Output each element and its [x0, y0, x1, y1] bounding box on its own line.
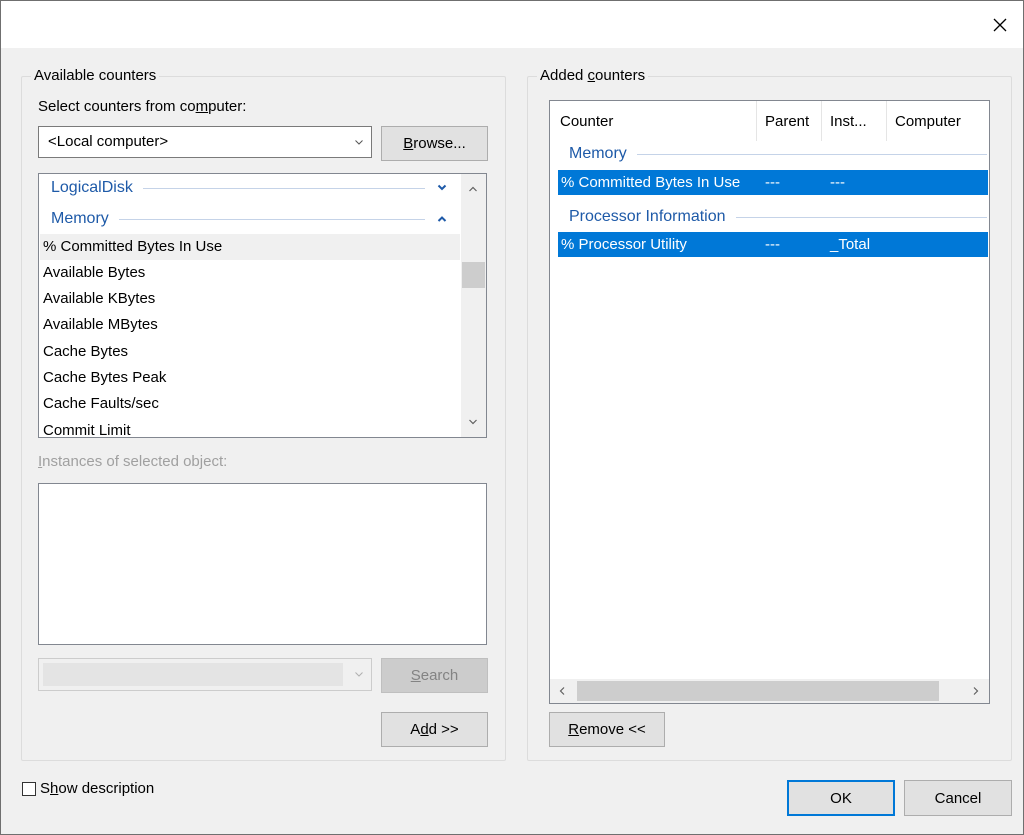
list-item[interactable]: Cache Bytes Peak — [40, 365, 460, 391]
column-header-instance[interactable]: Inst... — [822, 101, 886, 141]
counter-group-memory[interactable]: Memory — [39, 206, 461, 232]
column-header-computer[interactable]: Computer — [887, 101, 989, 141]
ok-button[interactable]: OK — [787, 780, 895, 816]
chevron-down-icon — [353, 667, 365, 684]
remove-button[interactable]: Remove << — [549, 712, 665, 747]
close-icon — [993, 18, 1007, 31]
cell-counter: % Committed Bytes In Use — [561, 174, 741, 191]
select-computer-label: Select counters from computer: — [38, 98, 247, 115]
scroll-up-icon[interactable] — [464, 180, 482, 198]
search-button: Search — [381, 658, 488, 693]
show-description-checkbox[interactable] — [22, 782, 36, 796]
cancel-button[interactable]: Cancel — [904, 780, 1012, 816]
added-counters-list[interactable]: Counter Parent Inst... Computer Memory %… — [549, 100, 990, 704]
scroll-down-icon[interactable] — [464, 413, 482, 431]
table-row[interactable]: % Processor Utility --- _Total — [558, 232, 988, 257]
list-item[interactable]: Available Bytes — [40, 260, 460, 286]
scroll-left-icon[interactable] — [553, 682, 571, 700]
cell-parent: --- — [765, 174, 780, 191]
added-group-processor-information[interactable]: Processor Information — [550, 204, 989, 230]
counter-group-name: LogicalDisk — [51, 179, 133, 196]
added-group-memory[interactable]: Memory — [550, 141, 989, 167]
list-item[interactable]: Cache Bytes — [40, 339, 460, 365]
add-button[interactable]: Add >> — [381, 712, 488, 747]
chevron-down-icon — [353, 135, 365, 152]
computer-value: <Local computer> — [48, 133, 169, 150]
counters-vertical-scrollbar[interactable] — [461, 174, 486, 437]
list-item[interactable]: Available MBytes — [40, 312, 460, 338]
added-group-name: Processor Information — [569, 208, 726, 225]
title-bar — [1, 1, 1023, 48]
cell-instance: _Total — [830, 236, 871, 253]
chevron-up-icon[interactable] — [435, 215, 449, 223]
show-description-label[interactable]: Show description — [40, 780, 154, 797]
list-item[interactable]: Available KBytes — [40, 286, 460, 312]
cell-counter: % Processor Utility — [561, 236, 687, 253]
added-group-name: Memory — [569, 145, 627, 162]
counter-group-logicaldisk[interactable]: LogicalDisk — [39, 175, 461, 201]
scroll-right-icon[interactable] — [967, 682, 985, 700]
browse-button[interactable]: Browse... — [381, 126, 488, 161]
chevron-down-icon[interactable] — [435, 184, 449, 192]
list-item[interactable]: % Committed Bytes In Use — [40, 234, 460, 260]
cell-instance: --- — [830, 174, 845, 191]
added-horizontal-scrollbar[interactable] — [550, 679, 989, 703]
instances-list[interactable] — [38, 483, 487, 645]
cell-parent: --- — [765, 236, 780, 253]
scroll-thumb[interactable] — [462, 262, 485, 288]
column-header-parent[interactable]: Parent — [757, 101, 821, 141]
column-header-counter[interactable]: Counter — [551, 101, 756, 141]
available-counters-list[interactable]: LogicalDisk Memory % Committed Bytes In … — [38, 173, 487, 438]
list-item[interactable]: Commit Limit — [40, 418, 460, 437]
list-item[interactable]: Cache Faults/sec — [40, 391, 460, 417]
search-combobox — [38, 658, 372, 691]
available-counters-label: Available counters — [31, 67, 160, 84]
added-counters-label: Added counters — [537, 67, 649, 84]
computer-combobox[interactable]: <Local computer> — [38, 126, 372, 158]
close-button[interactable] — [977, 1, 1023, 48]
instances-label: Instances of selected object: — [38, 453, 228, 470]
scroll-thumb[interactable] — [577, 681, 939, 701]
counter-group-name: Memory — [51, 210, 109, 227]
table-row[interactable]: % Committed Bytes In Use --- --- — [558, 170, 988, 195]
add-counters-dialog: Available counters Select counters from … — [0, 0, 1024, 835]
